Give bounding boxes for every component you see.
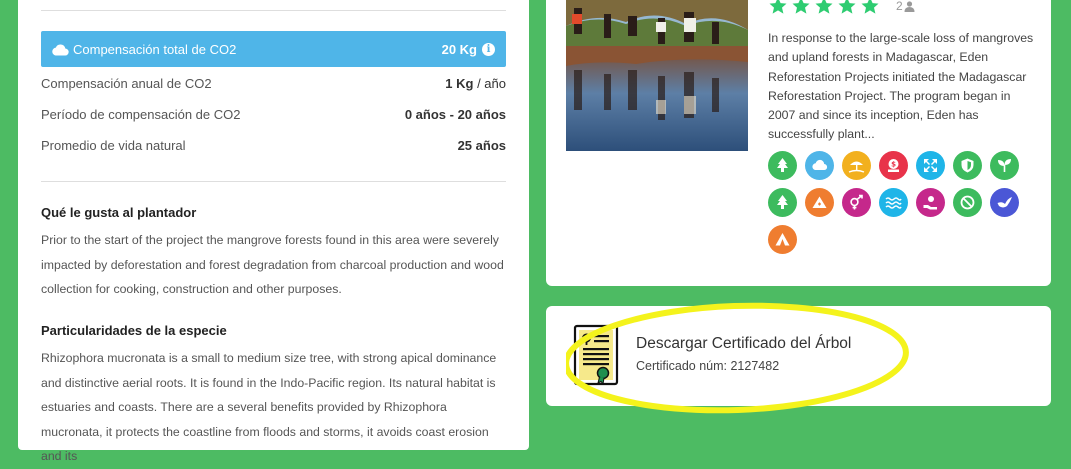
star-icon (769, 0, 787, 14)
no-sign-icon[interactable] (953, 188, 982, 217)
rating-stars: 2 (768, 0, 915, 16)
info-icon[interactable]: i (482, 42, 495, 56)
user-icon (904, 0, 915, 12)
stat-label: Compensación anual de CO2 (41, 76, 212, 91)
co2-total-value: 20 Kg (441, 41, 477, 57)
divider (41, 181, 506, 182)
co2-total-bar: Compensación total de CO2 20 Kg i (41, 31, 506, 67)
tree-icon[interactable] (768, 188, 797, 217)
star-icon (815, 0, 833, 14)
rating-count: 2 (896, 0, 915, 13)
tree-icon[interactable] (768, 151, 797, 180)
planter-section-title: Qué le gusta al plantador (41, 205, 197, 220)
rating-count-value: 2 (896, 0, 903, 13)
cloud-icon[interactable] (805, 151, 834, 180)
project-photo (566, 0, 748, 151)
tent-icon[interactable] (768, 225, 797, 254)
shield-icon[interactable] (953, 151, 982, 180)
hand-money-icon[interactable] (916, 188, 945, 217)
species-section-text: Rhizophora mucronata is a small to mediu… (41, 351, 497, 464)
gender-icon[interactable] (842, 188, 871, 217)
water-waves-icon[interactable] (879, 188, 908, 217)
money-bag-icon[interactable]: $ (879, 151, 908, 180)
cloud-icon (52, 44, 69, 56)
stat-label: Promedio de vida natural (41, 138, 186, 153)
stat-label: Período de compensación de CO2 (41, 107, 241, 122)
expand-icon[interactable] (916, 151, 945, 180)
project-description: In response to the large-scale loss of m… (768, 31, 1034, 142)
species-section-title: Particularidades de la especie (41, 323, 227, 338)
stat-value: 0 años - 20 años (404, 107, 506, 122)
mountain-icon[interactable] (805, 188, 834, 217)
certificate-icon[interactable] (573, 324, 619, 386)
beach-icon[interactable] (842, 151, 871, 180)
download-certificate-link[interactable]: Descargar Certificado del Árbol (636, 335, 851, 353)
stat-row-period: Período de compensación de CO2 0 años - … (41, 107, 506, 122)
svg-text:$: $ (891, 161, 896, 169)
star-icon (838, 0, 856, 14)
star-icon (861, 0, 879, 14)
star-icon (792, 0, 810, 14)
divider (41, 10, 506, 11)
planter-section-text: Prior to the start of the project the ma… (41, 233, 504, 297)
certificate-card[interactable] (546, 306, 1051, 406)
certificate-number: Certificado núm: 2127482 (636, 359, 780, 373)
stat-value: 25 años (457, 138, 506, 153)
sprout-icon[interactable] (990, 151, 1019, 180)
stat-value: 1 Kg (445, 76, 474, 91)
stat-row-annual: Compensación anual de CO2 1 Kg / año (41, 76, 506, 91)
co2-total-label: Compensación total de CO2 (73, 41, 237, 57)
stat-row-lifespan: Promedio de vida natural 25 años (41, 138, 506, 153)
bird-icon[interactable] (990, 188, 1019, 217)
stat-unit: / año (473, 76, 506, 91)
